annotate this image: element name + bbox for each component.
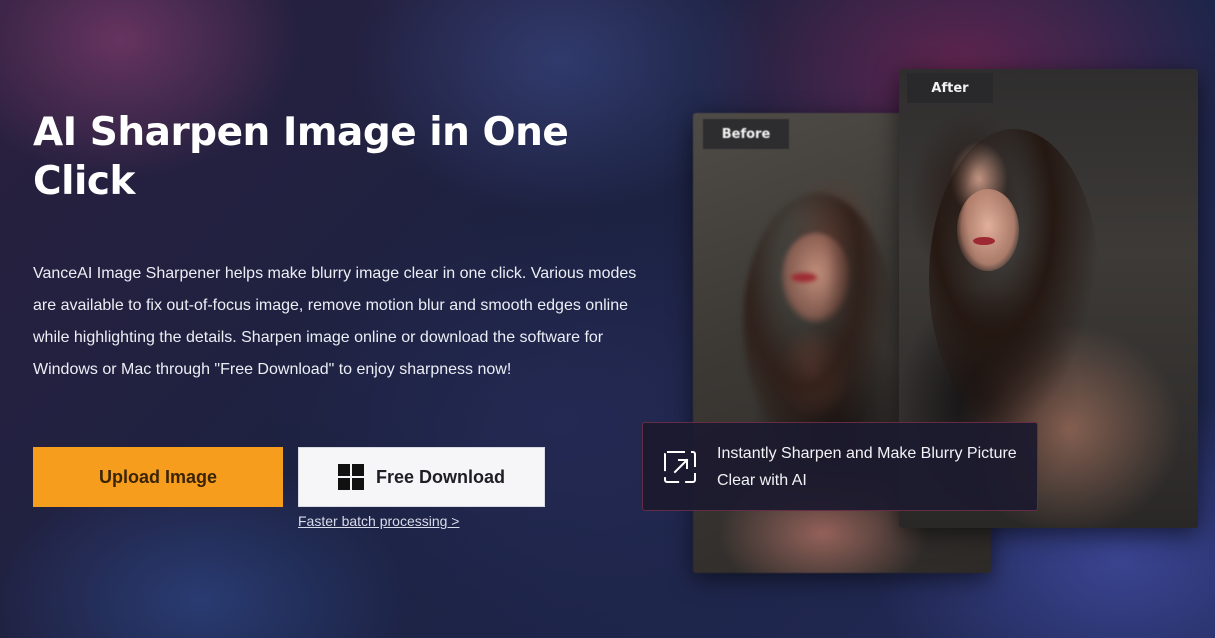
batch-processing-link[interactable]: Faster batch processing >: [298, 513, 459, 529]
before-hair: [743, 193, 893, 453]
page-title: AI Sharpen Image in One Click: [33, 110, 569, 204]
after-label: After: [907, 73, 993, 103]
after-hair: [929, 129, 1099, 429]
hero-description: VanceAI Image Sharpener helps make blurr…: [33, 265, 637, 378]
upload-image-button[interactable]: Upload Image: [33, 447, 283, 507]
free-download-button[interactable]: Free Download: [298, 447, 545, 507]
free-download-label: Free Download: [375, 466, 505, 487]
before-label: Before: [703, 119, 789, 149]
sharpen-caption-box: Instantly Sharpen and Make Blurry Pictur…: [642, 422, 1038, 511]
before-lips: [791, 273, 817, 282]
sharpen-caption: Instantly Sharpen and Make Blurry Pictur…: [717, 445, 1017, 489]
expand-icon: [664, 451, 696, 483]
upload-image-label: Upload Image: [98, 466, 218, 487]
after-lips: [973, 237, 995, 245]
windows-icon: [337, 464, 364, 490]
